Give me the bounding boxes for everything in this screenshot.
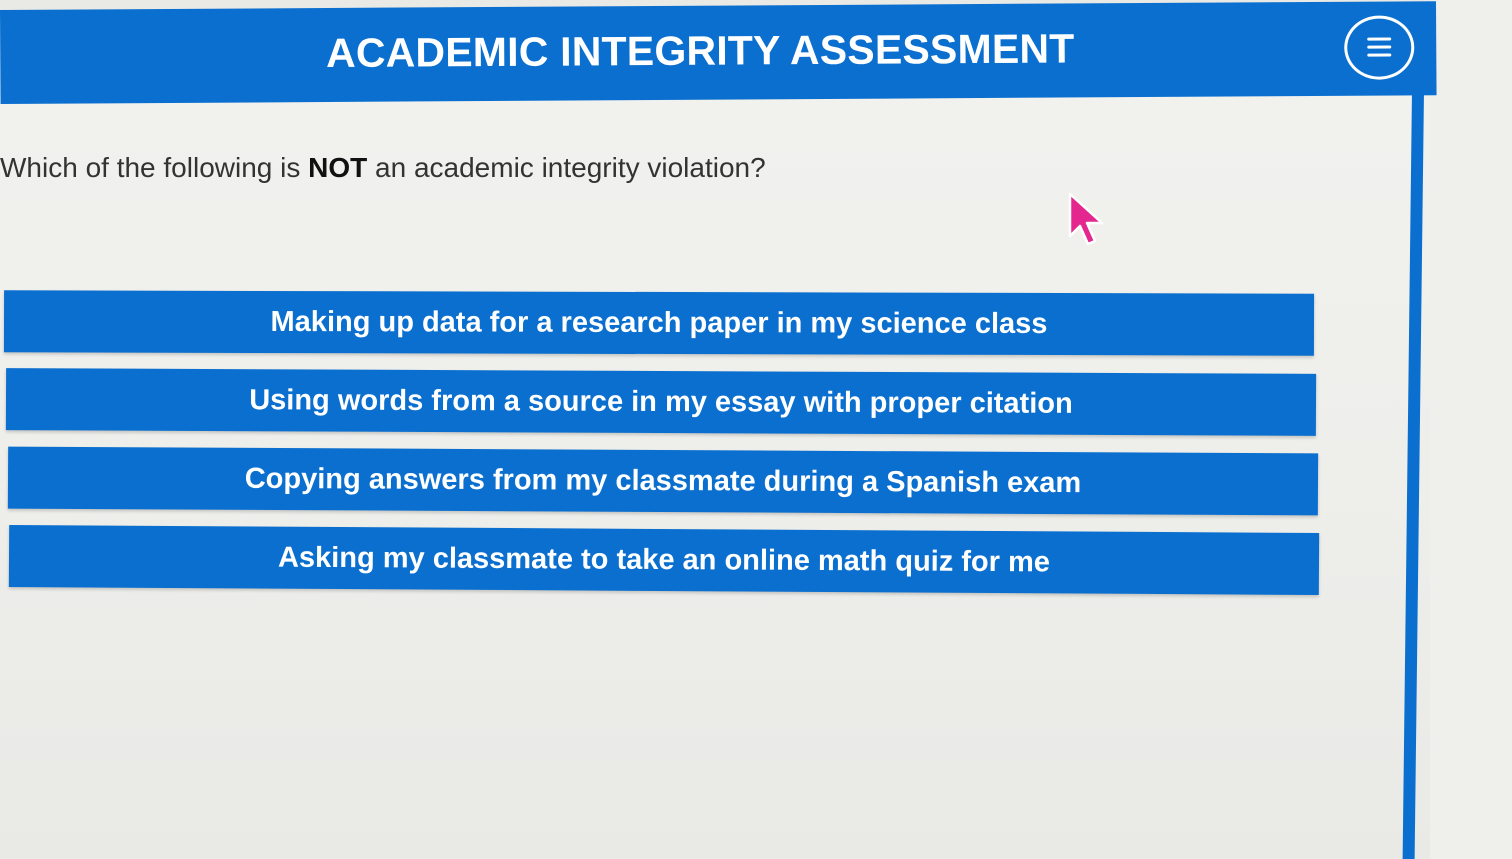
answer-option-2[interactable]: Using words from a source in my essay wi… bbox=[5, 368, 1317, 436]
answer-option-3[interactable]: Copying answers from my classmate during… bbox=[7, 446, 1319, 516]
quiz-screen: ACADEMIC INTEGRITY ASSESSMENT Which of t… bbox=[0, 0, 1512, 859]
question-emphasis: NOT bbox=[308, 152, 368, 183]
page-margin bbox=[1430, 0, 1512, 859]
answer-list: Making up data for a research paper in m… bbox=[3, 290, 1320, 608]
question-text: Which of the following is NOT an academi… bbox=[0, 152, 766, 184]
question-suffix: an academic integrity violation? bbox=[367, 152, 766, 183]
content-frame-border bbox=[1402, 90, 1424, 859]
hamburger-menu-icon bbox=[1367, 37, 1392, 58]
mouse-pointer-icon bbox=[1068, 192, 1104, 246]
answer-option-1[interactable]: Making up data for a research paper in m… bbox=[3, 290, 1315, 356]
header-bar: ACADEMIC INTEGRITY ASSESSMENT bbox=[0, 1, 1437, 104]
menu-button[interactable] bbox=[1344, 15, 1415, 80]
answer-option-4[interactable]: Asking my classmate to take an online ma… bbox=[8, 524, 1320, 596]
page-title: ACADEMIC INTEGRITY ASSESSMENT bbox=[325, 25, 1075, 77]
question-prefix: Which of the following is bbox=[0, 152, 309, 183]
